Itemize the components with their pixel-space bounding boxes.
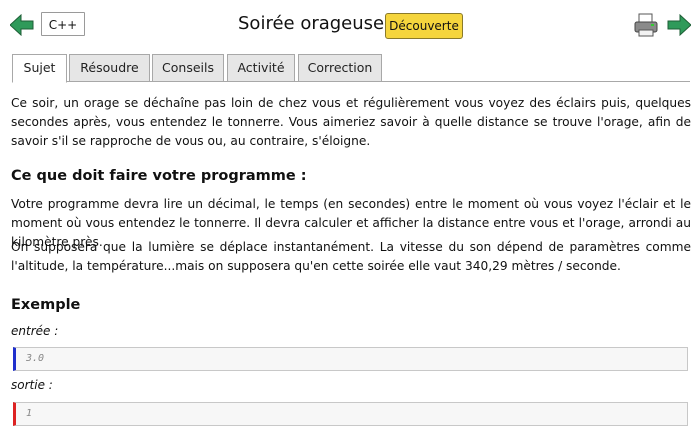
example-output-box: 1	[13, 402, 688, 426]
tab-activite[interactable]: Activité	[227, 54, 295, 82]
output-label: sortie :	[11, 378, 53, 392]
printer-icon[interactable]	[633, 12, 659, 38]
top-bar: C++ Soirée orageuse Découverte	[0, 0, 699, 50]
left-arrow-icon[interactable]	[10, 14, 34, 36]
assumption-description: On supposera que la lumière se déplace i…	[11, 238, 691, 276]
right-arrow-icon[interactable]	[667, 14, 691, 36]
difficulty-badge: Découverte	[385, 13, 463, 39]
tab-conseils[interactable]: Conseils	[152, 54, 224, 82]
problem-statement: Ce soir, un orage se déchaîne pas loin d…	[11, 94, 691, 151]
program-heading: Ce que doit faire votre programme :	[11, 168, 307, 184]
example-heading: Exemple	[11, 297, 81, 313]
tab-resoudre[interactable]: Résoudre	[69, 54, 150, 82]
input-label: entrée :	[11, 324, 59, 338]
example-input-box: 3.0	[13, 347, 688, 371]
intro-paragraph: Ce soir, un orage se déchaîne pas loin d…	[11, 96, 691, 148]
tab-correction[interactable]: Correction	[298, 54, 382, 82]
page-title: Soirée orageuse	[238, 13, 385, 34]
assumption-paragraph: On supposera que la lumière se déplace i…	[11, 240, 691, 273]
tab-sujet[interactable]: Sujet	[12, 54, 67, 83]
language-button[interactable]: C++	[41, 12, 85, 36]
